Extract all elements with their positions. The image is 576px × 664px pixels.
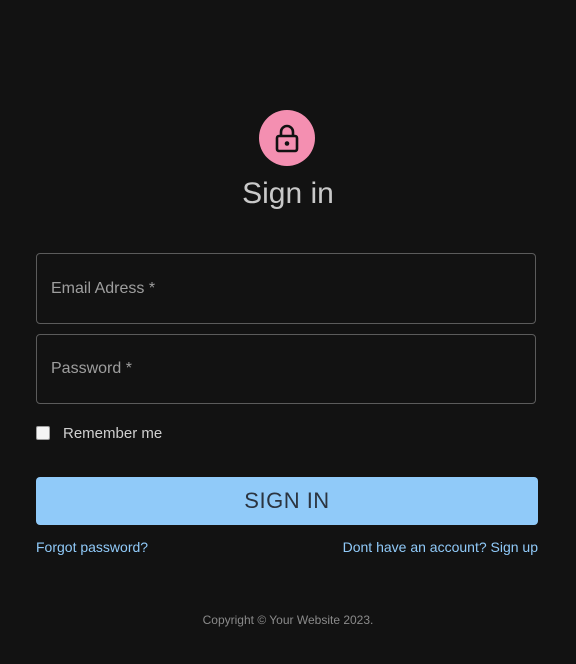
- page-title: Sign in: [242, 177, 334, 210]
- lock-icon: [274, 123, 300, 153]
- forgot-password-link[interactable]: Forgot password?: [36, 537, 148, 557]
- remember-me[interactable]: Remember me: [36, 421, 162, 445]
- sign-up-link[interactable]: Dont have an account? Sign up: [343, 537, 538, 557]
- password-field[interactable]: Password *: [36, 334, 536, 404]
- email-input[interactable]: [37, 254, 535, 323]
- password-input[interactable]: [37, 335, 535, 403]
- remember-checkbox[interactable]: [36, 426, 50, 440]
- copyright-text: Copyright © Your Website 2023.: [202, 613, 374, 627]
- remember-label: Remember me: [63, 424, 163, 442]
- sign-in-page: Sign in Email Adress * Password * Rememb…: [0, 0, 576, 664]
- sign-in-button[interactable]: SIGN IN: [36, 477, 538, 525]
- email-field[interactable]: Email Adress *: [36, 253, 536, 324]
- avatar: [259, 110, 315, 166]
